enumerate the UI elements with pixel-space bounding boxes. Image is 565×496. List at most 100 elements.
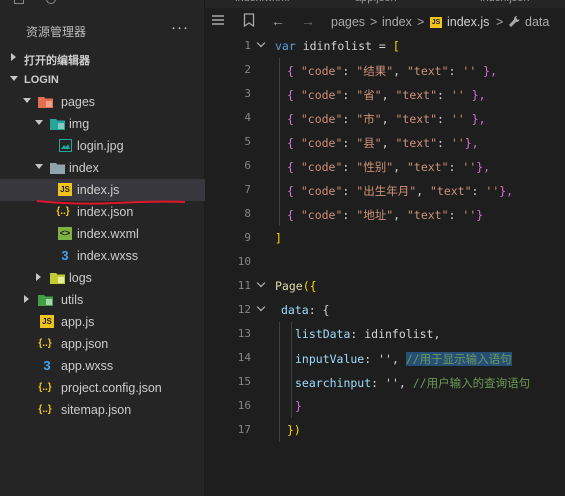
folder-icon — [50, 161, 65, 174]
tree-item-label: app.js — [61, 315, 95, 329]
code-token: idinfolist — [295, 39, 379, 53]
code-token: "code" — [300, 88, 343, 102]
code-token: , — [381, 88, 396, 102]
explorer-header: 资源管理器 ··· — [0, 18, 205, 42]
code-token: }) — [287, 423, 301, 437]
fold-chevron-icon[interactable] — [257, 280, 267, 290]
json-file-icon: {..} — [38, 382, 52, 393]
code-token: , — [381, 112, 396, 126]
open-editors-section[interactable]: 打开的编辑器 — [0, 47, 205, 69]
tree-item-index-wxml[interactable]: <> index.wxml — [0, 223, 205, 245]
code-token: "text" — [406, 64, 449, 78]
tab-app-json[interactable]: app.json — [355, 0, 397, 8]
sidebar-activity-strip — [0, 0, 205, 8]
editor-tab-bar: index.wxml app.json index.json — [205, 0, 565, 8]
breadcrumb: ← → pages > index > JS index.js > data — [205, 8, 565, 36]
code-token: { — [287, 184, 301, 198]
tree-item-app-json[interactable]: {..} app.json — [0, 333, 205, 355]
code-line-17: }) — [287, 423, 301, 437]
tree-item-sitemap-json[interactable]: {..} sitemap.json — [0, 399, 205, 421]
breadcrumb-part-symbol[interactable]: data — [525, 15, 549, 29]
line-number: 11 — [237, 279, 251, 292]
tree-item-pages[interactable]: pages — [0, 91, 205, 113]
code-token: "县" — [356, 136, 382, 150]
code-token: , — [393, 160, 407, 174]
code-token: { — [287, 64, 301, 78]
js-file-icon: JS — [430, 17, 442, 28]
code-line-8: { "code": "地址", "text": ''} — [287, 207, 483, 223]
code-token: }, — [464, 112, 486, 126]
breadcrumb-part-index[interactable]: index — [382, 15, 412, 29]
code-token: listData — [295, 327, 351, 341]
project-section-login[interactable]: LOGIN — [0, 69, 205, 91]
breadcrumb-separator: > — [417, 15, 425, 29]
tab-index-json[interactable]: index.json — [480, 0, 530, 8]
tab-index-wxml[interactable]: index.wxml — [235, 0, 289, 8]
code-line-12: data: { — [281, 303, 329, 317]
code-token: { — [287, 160, 301, 174]
code-token: ({ — [302, 279, 317, 293]
code-token: var — [275, 39, 296, 53]
explorer-sidebar: 资源管理器 ··· 打开的编辑器 LOGIN pages img login.j… — [0, 0, 205, 496]
breadcrumb-part-pages[interactable]: pages — [331, 15, 365, 29]
files-icon[interactable] — [14, 0, 24, 4]
code-token: inputValue — [295, 352, 365, 366]
tree-item-label: index.wxml — [77, 227, 139, 241]
code-token: }, — [464, 88, 486, 102]
code-token: "text" — [395, 136, 438, 150]
code-line-5: { "code": "县", "text": ''}, — [287, 135, 479, 151]
code-token: ] — [275, 231, 282, 245]
code-line-3: { "code": "省", "text": '' }, — [287, 87, 486, 103]
code-line-13: listData: idinfolist, — [295, 327, 440, 341]
code-token: '' — [462, 208, 477, 222]
line-number: 10 — [237, 255, 251, 268]
folder-utils-icon — [38, 293, 53, 306]
code-token: Page — [275, 279, 303, 293]
code-line-15: searchinput: '', //用户输入的查询语句 — [295, 375, 530, 391]
tree-item-app-js[interactable]: JS app.js — [0, 311, 205, 333]
search-icon[interactable] — [46, 0, 56, 4]
tree-item-project-config-json[interactable]: {..} project.config.json — [0, 377, 205, 399]
code-token: : '', — [364, 352, 399, 366]
code-token: '' — [450, 88, 465, 102]
code-line-14: inputValue: '', //用于显示输入语句 — [295, 351, 512, 367]
bookmark-icon[interactable] — [243, 13, 255, 30]
code-comment: //用于显示输入语句 — [405, 352, 512, 366]
back-button[interactable]: ← — [271, 13, 285, 29]
code-token: : — [342, 88, 357, 102]
code-token: "code" — [300, 184, 343, 198]
code-token: : — [448, 208, 463, 222]
fold-chevron-icon[interactable] — [257, 40, 267, 50]
code-editor: index.wxml app.json index.json ← → pages… — [205, 0, 565, 496]
indent-guide — [279, 58, 280, 226]
tree-item-index-folder[interactable]: index — [0, 157, 205, 179]
tree-item-img[interactable]: img — [0, 113, 205, 135]
line-number: 12 — [237, 303, 251, 316]
indent-guide — [279, 322, 280, 442]
line-number: 17 — [237, 423, 251, 436]
chevron-right-icon — [9, 51, 19, 63]
list-icon[interactable] — [211, 13, 225, 30]
code-token: "text" — [406, 160, 449, 174]
more-actions-icon[interactable]: ··· — [171, 19, 189, 36]
line-number: 7 — [244, 183, 251, 196]
forward-button[interactable]: → — [301, 13, 315, 29]
breadcrumb-part-file[interactable]: index.js — [447, 15, 489, 29]
section-label: 打开的编辑器 — [24, 55, 90, 67]
code-token: '' — [450, 136, 465, 150]
tree-item-index-json[interactable]: {..} index.json — [0, 201, 205, 223]
tree-item-login-jpg[interactable]: login.jpg — [0, 135, 205, 157]
code-area[interactable]: 1 2 3 4 5 6 7 8 9 10 11 12 13 14 15 16 1… — [205, 34, 565, 496]
tree-item-app-wxss[interactable]: 3 app.wxss — [0, 355, 205, 377]
line-number: 13 — [237, 327, 251, 340]
tree-item-index-wxss[interactable]: 3 index.wxss — [0, 245, 205, 267]
tree-item-label: utils — [61, 293, 84, 307]
tree-item-logs[interactable]: logs — [0, 267, 205, 289]
code-line-6: { "code": "性别", "text": ''}, — [287, 159, 490, 175]
code-token: }, — [476, 64, 498, 78]
fold-chevron-icon[interactable] — [257, 304, 267, 314]
code-token: : — [437, 136, 451, 150]
tree-item-utils[interactable]: utils — [0, 289, 205, 311]
